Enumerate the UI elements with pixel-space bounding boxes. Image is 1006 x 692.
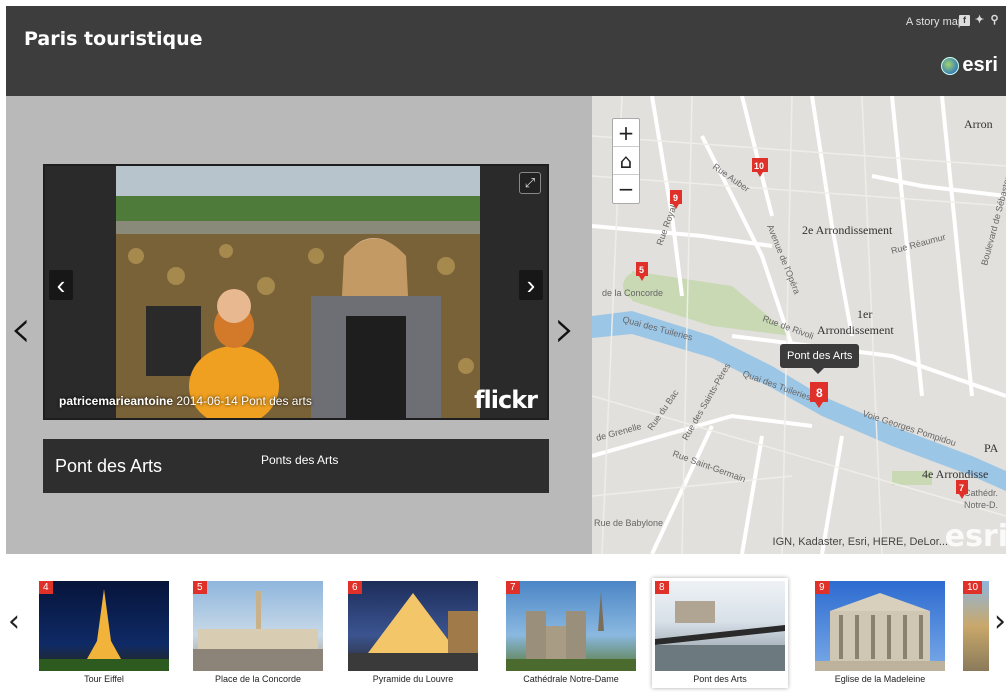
svg-text:Cathédr.: Cathédr.	[964, 488, 998, 498]
social-links: f ✦ ⚲	[959, 15, 1000, 26]
esri-watermark: esri	[944, 519, 1006, 554]
facebook-icon[interactable]: f	[959, 15, 970, 26]
map-attribution[interactable]: IGN, Kadaster, Esri, HERE, DeLor...	[773, 536, 948, 548]
page-title: Paris touristique	[24, 28, 203, 50]
home-button[interactable]: ⌂	[613, 147, 639, 175]
zoom-controls: + ⌂ −	[612, 118, 640, 204]
svg-text:5: 5	[639, 265, 644, 275]
svg-text:1er: 1er	[857, 307, 872, 321]
flickr-logo[interactable]: flickr	[474, 386, 538, 414]
concorde-svg	[193, 591, 323, 671]
carousel-next-arrow[interactable]: ›	[994, 604, 1006, 639]
previous-entry-arrow[interactable]: ‹	[10, 302, 32, 356]
zoom-out-button[interactable]: −	[613, 175, 639, 203]
expand-icon[interactable]: ⤢	[519, 172, 541, 194]
svg-text:PA: PA	[984, 441, 999, 455]
thumbnail-image	[815, 581, 945, 671]
photo-viewer: ⤢ ‹ › patricemarieantoine 2014-06-14 Pon…	[43, 164, 549, 420]
photo-credit: patricemarieantoine 2014-06-14 Pont des …	[59, 394, 312, 408]
thumbnail-image	[506, 581, 636, 671]
svg-text:de la Concorde: de la Concorde	[602, 288, 663, 298]
zoom-in-button[interactable]: +	[613, 119, 639, 147]
thumbnail-item[interactable]: 5 Place de la Concorde	[190, 578, 326, 688]
svg-text:Arron: Arron	[964, 117, 993, 131]
thumbnail-item-partial[interactable]: 10	[960, 578, 992, 688]
madeleine-svg	[815, 593, 945, 671]
thumbnail-number: 10	[963, 581, 983, 594]
map-tooltip: Pont des Arts	[780, 344, 860, 374]
eiffel-svg	[39, 589, 169, 671]
photo-next-arrow[interactable]: ›	[519, 270, 543, 300]
thumbnail-item[interactable]: 9 Eglise de la Madeleine	[812, 578, 948, 688]
caption-title: Pont des Arts	[55, 456, 163, 476]
thumbnail-item[interactable]: 4 Tour Eiffel	[36, 578, 172, 688]
story-map-app: Paris touristique A story map f ✦ ⚲ esri…	[0, 0, 1006, 692]
thumbnail-label: Cathédrale Notre-Dame	[523, 674, 619, 684]
svg-text:7: 7	[959, 483, 964, 493]
thumbnail-image	[348, 581, 478, 671]
svg-text:8: 8	[816, 386, 823, 400]
esri-wordmark: esri	[962, 54, 998, 76]
media-panel: ‹ › ⤢ ‹ › patricemarieantoine 2014-06-14…	[6, 96, 592, 554]
pyramid-svg	[348, 593, 478, 671]
thumbnail-number: 4	[39, 581, 53, 594]
caption-description: Ponts des Arts	[261, 453, 339, 467]
pontdesarts-svg	[655, 601, 785, 671]
map-view[interactable]: 2e Arrondissement 1er Arrondissement 4e …	[592, 96, 1006, 554]
thumbnail-number: 5	[193, 581, 207, 594]
thumbnail-label: Eglise de la Madeleine	[834, 674, 926, 684]
photo-previous-arrow[interactable]: ‹	[49, 270, 73, 300]
thumbnail-item-active[interactable]: 8 Pont des Arts	[652, 578, 788, 688]
next-entry-arrow[interactable]: ›	[554, 302, 576, 356]
thumbnail-image	[193, 581, 323, 671]
svg-text:Notre-D.: Notre-D.	[964, 500, 998, 510]
carousel-previous-arrow[interactable]: ‹	[8, 604, 20, 639]
globe-icon	[941, 56, 960, 75]
thumbnail-image	[963, 581, 989, 671]
map-canvas: 2e Arrondissement 1er Arrondissement 4e …	[592, 96, 1006, 554]
svg-text:9: 9	[673, 193, 678, 203]
thumbnail-image	[655, 581, 785, 671]
header-bar: Paris touristique A story map f ✦ ⚲ esri	[6, 6, 1006, 96]
thumbnail-label: Tour Eiffel	[84, 674, 124, 684]
esri-logo[interactable]: esri	[941, 54, 998, 77]
thumbnail-carousel: ‹ › 4 Tour Eiffel 5 Place de la Concorde…	[0, 554, 1006, 692]
svg-text:4e Arrondisse: 4e Arrondisse	[922, 467, 988, 481]
thumbnail-number: 6	[348, 581, 362, 594]
svg-text:10: 10	[754, 161, 764, 171]
svg-text:2e Arrondissement: 2e Arrondissement	[802, 223, 893, 237]
thumbnail-number: 9	[815, 581, 829, 594]
svg-text:Rue de Babylone: Rue de Babylone	[594, 518, 663, 528]
thumbnail-label: Pyramide du Louvre	[372, 674, 454, 684]
story-map-link[interactable]: A story map	[906, 16, 964, 28]
thumbnail-item[interactable]: 6 Pyramide du Louvre	[345, 578, 481, 688]
notredame-svg	[506, 591, 636, 671]
twitter-icon[interactable]: ✦	[974, 15, 985, 26]
thumbnail-image	[39, 581, 169, 671]
photo-svg	[116, 166, 480, 418]
thumbnail-item[interactable]: 7 Cathédrale Notre-Dame	[503, 578, 639, 688]
svg-text:Arrondissement: Arrondissement	[817, 323, 894, 337]
thumbnail-number: 8	[655, 581, 669, 594]
credit-text: 2014-06-14 Pont des arts	[176, 394, 312, 408]
thumbnail-label: Place de la Concorde	[214, 674, 302, 684]
credit-user[interactable]: patricemarieantoine	[59, 394, 173, 408]
thumbnail-label: Pont des Arts	[693, 674, 747, 684]
thumbnail-number: 7	[506, 581, 520, 594]
link-icon[interactable]: ⚲	[989, 15, 1000, 26]
caption-box: Pont des Arts Ponts des Arts	[43, 439, 549, 493]
photo-image	[116, 166, 480, 418]
